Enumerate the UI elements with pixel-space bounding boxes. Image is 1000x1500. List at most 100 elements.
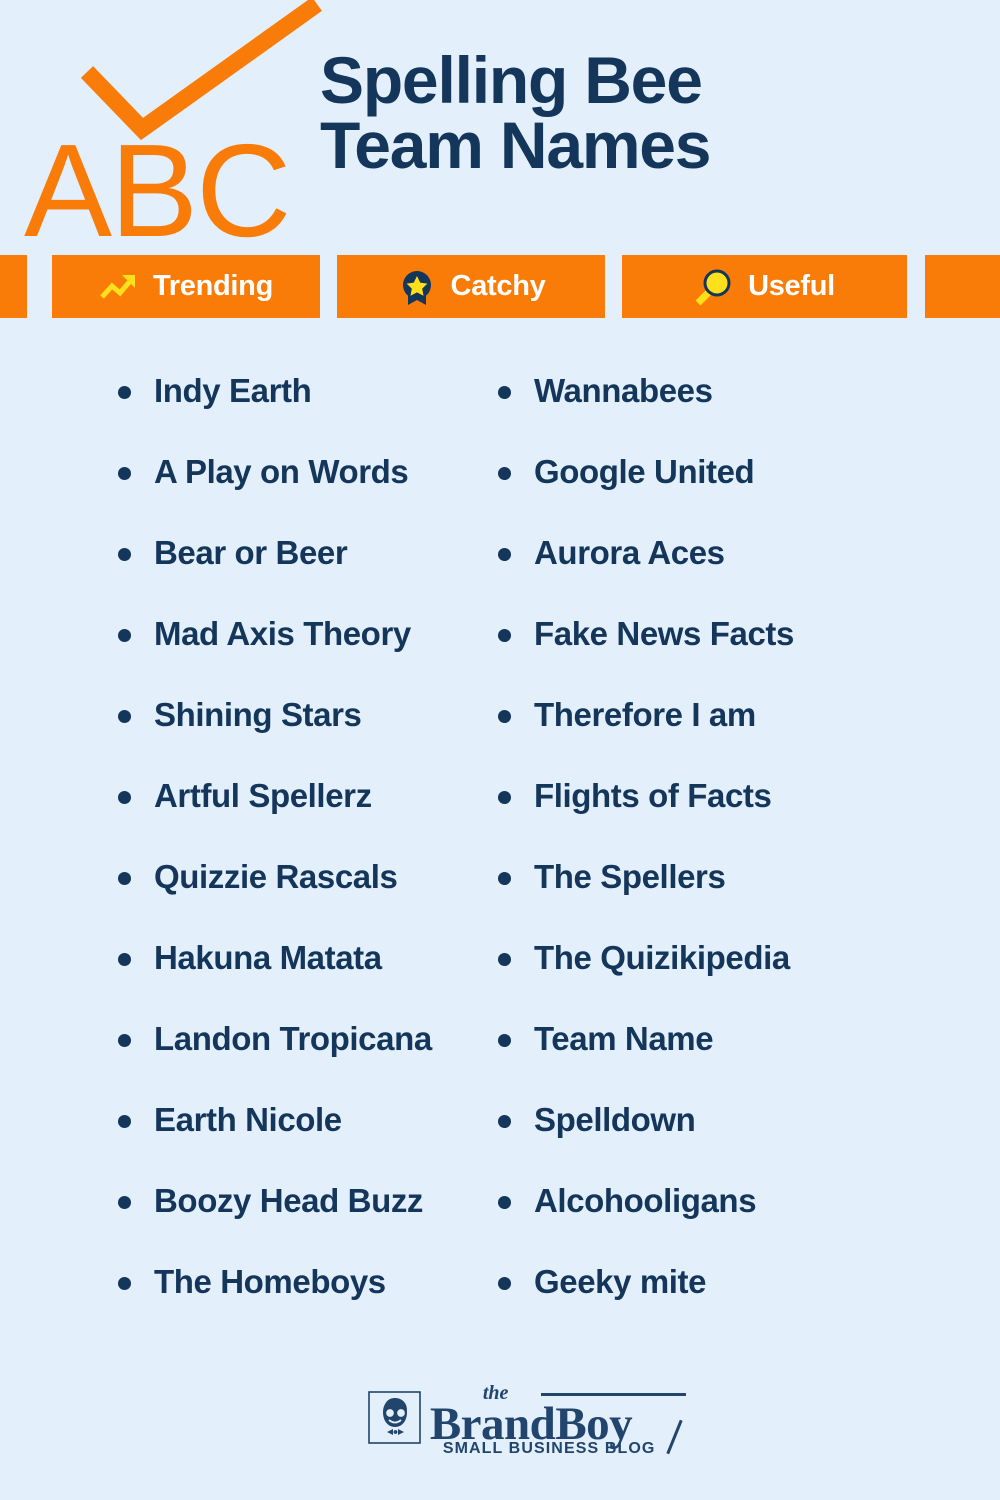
list-item: Aurora Aces <box>498 534 1000 616</box>
bullet-icon <box>498 953 511 966</box>
bullet-icon <box>498 791 511 804</box>
list-column-right: Wannabees Google United Aurora Aces Fake… <box>440 318 1000 1378</box>
logo-slash <box>666 1419 683 1455</box>
bullet-icon <box>118 1277 131 1290</box>
list-item-label: Hakuna Matata <box>154 939 382 976</box>
badge-bar: Trending Catchy Useful <box>0 255 1000 318</box>
bullet-icon <box>118 386 131 399</box>
bullet-icon <box>498 1034 511 1047</box>
list-item: Fake News Facts <box>498 615 1000 697</box>
list-item: Landon Tropicana <box>118 1020 440 1102</box>
list-item: Artful Spellerz <box>118 777 440 859</box>
list-item: Quizzie Rascals <box>118 858 440 940</box>
title-line-1: Spelling Bee <box>320 43 703 117</box>
badge-label: Useful <box>748 270 835 302</box>
list-item: Shining Stars <box>118 696 440 778</box>
badge-catchy[interactable]: Catchy <box>337 255 605 318</box>
badge-useful[interactable]: Useful <box>622 255 907 318</box>
list-item: Mad Axis Theory <box>118 615 440 697</box>
list-item: Team Name <box>498 1020 1000 1102</box>
magnifier-icon <box>695 269 731 305</box>
list-item: Bear or Beer <box>118 534 440 616</box>
list-item-label: Spelldown <box>534 1101 696 1138</box>
badge-label: Trending <box>152 270 274 302</box>
logo-the-label: the <box>482 1382 509 1404</box>
bullet-icon <box>118 791 131 804</box>
list-item: Earth Nicole <box>118 1101 440 1183</box>
page-title: Spelling Bee Team Names <box>320 43 990 183</box>
list-item-label: Flights of Facts <box>534 777 772 814</box>
list-item-label: Landon Tropicana <box>154 1020 432 1057</box>
abc-label: ABC <box>24 117 291 264</box>
bullet-icon <box>498 872 511 885</box>
bullet-icon <box>498 1277 511 1290</box>
logo-tagline: SMALL BUSINESS BLOG <box>442 1440 656 1457</box>
list-item-label: The Quizikipedia <box>534 939 790 976</box>
bullet-icon <box>498 1115 511 1128</box>
list-item-label: Earth Nicole <box>154 1101 342 1138</box>
header: ABC Spelling Bee Team Names <box>0 0 1000 264</box>
brandboy-avatar-icon <box>368 1391 421 1444</box>
list-item-label: The Spellers <box>534 858 726 895</box>
list-item: A Play on Words <box>118 453 440 535</box>
bar-stub-right <box>925 255 1000 318</box>
list-item: Therefore I am <box>498 696 1000 778</box>
list-item: Spelldown <box>498 1101 1000 1183</box>
list-item-label: Mad Axis Theory <box>154 615 411 652</box>
bullet-icon <box>118 467 131 480</box>
list-item: The Homeboys <box>118 1263 440 1345</box>
list-item-label: Boozy Head Buzz <box>154 1182 424 1219</box>
list-item-label: Alcohooligans <box>534 1182 757 1219</box>
list-item-label: Artful Spellerz <box>154 777 372 814</box>
list-item-label: Shining Stars <box>154 696 362 733</box>
list-item: Indy Earth <box>118 372 440 454</box>
footer: the BrandBoy SMALL BUSINESS BLOG <box>0 1382 1000 1485</box>
list-item-label: Google United <box>534 453 755 490</box>
bullet-icon <box>118 1034 131 1047</box>
list-item-label: Indy Earth <box>154 372 312 409</box>
trending-up-icon <box>100 274 135 299</box>
list-column-left: Indy Earth A Play on Words Bear or Beer … <box>0 318 440 1378</box>
team-name-lists: Indy Earth A Play on Words Bear or Beer … <box>0 318 1000 1378</box>
list-item: The Spellers <box>498 858 1000 940</box>
bullet-icon <box>118 1196 131 1209</box>
list-item-label: Therefore I am <box>534 696 756 733</box>
brandboy-wordmark: the BrandBoy SMALL BUSINESS BLOG <box>430 1382 686 1457</box>
list-item: Geeky mite <box>498 1263 1000 1345</box>
list-item: Hakuna Matata <box>118 939 440 1021</box>
list-item: Alcohooligans <box>498 1182 1000 1264</box>
bullet-icon <box>118 629 131 642</box>
list-item-label: Geeky mite <box>534 1263 707 1300</box>
bullet-icon <box>118 872 131 885</box>
title-line-2: Team Names <box>320 108 712 183</box>
bar-stub-left <box>0 255 27 318</box>
list-item-label: The Homeboys <box>154 1263 386 1300</box>
list-item: The Quizikipedia <box>498 939 1000 1021</box>
award-star-icon <box>402 270 431 305</box>
bullet-icon <box>118 710 131 723</box>
bullet-icon <box>498 629 511 642</box>
badge-label: Catchy <box>450 270 546 302</box>
list-item-label: Team Name <box>534 1020 714 1057</box>
bullet-icon <box>498 467 511 480</box>
list-item: Wannabees <box>498 372 1000 454</box>
bullet-icon <box>118 548 131 561</box>
list-item: Flights of Facts <box>498 777 1000 859</box>
list-item-label: Wannabees <box>534 372 713 409</box>
bullet-icon <box>498 386 511 399</box>
logo-rule <box>540 1393 686 1396</box>
bullet-icon <box>498 710 511 723</box>
bullet-icon <box>118 1115 131 1128</box>
bullet-icon <box>498 1196 511 1209</box>
list-item-label: Aurora Aces <box>534 534 725 571</box>
list-item-label: Quizzie Rascals <box>154 858 398 895</box>
brandboy-logo[interactable]: the BrandBoy SMALL BUSINESS BLOG <box>368 1382 686 1457</box>
list-item: Boozy Head Buzz <box>118 1182 440 1264</box>
badge-trending[interactable]: Trending <box>52 255 320 318</box>
list-item-label: A Play on Words <box>154 453 409 490</box>
list-item-label: Fake News Facts <box>534 615 794 652</box>
list-item-label: Bear or Beer <box>154 534 348 571</box>
list-item: Google United <box>498 453 1000 535</box>
bullet-icon <box>118 953 131 966</box>
bullet-icon <box>498 548 511 561</box>
